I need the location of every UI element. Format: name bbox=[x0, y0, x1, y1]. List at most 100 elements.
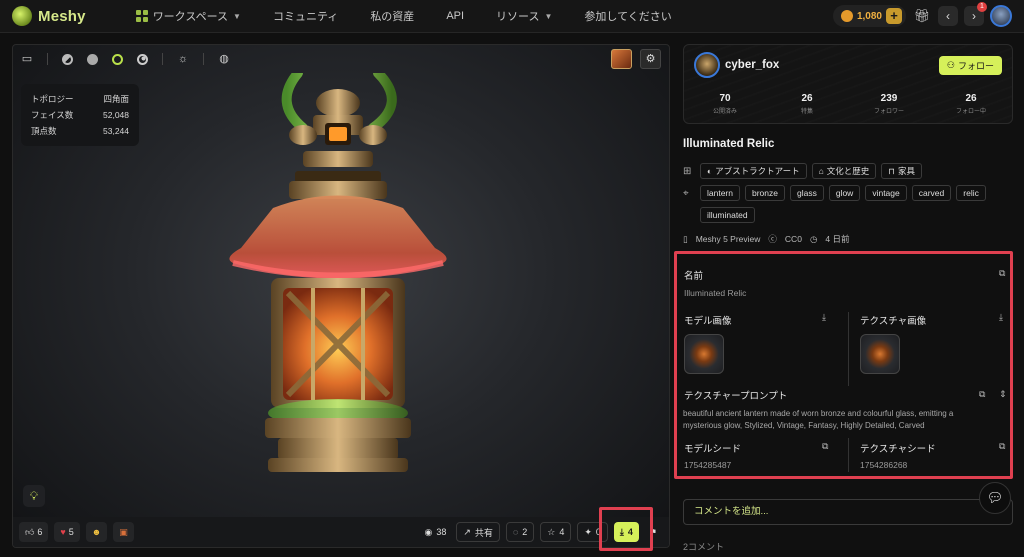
tag-chip[interactable]: glass bbox=[790, 185, 824, 201]
download-highlight-box bbox=[599, 507, 653, 551]
viewer-top-right: ⚙ bbox=[611, 49, 661, 69]
heart-icon: ♥ bbox=[60, 527, 66, 537]
tag-icon: ⌖ bbox=[683, 187, 689, 199]
reaction-count: 5 bbox=[68, 527, 74, 537]
follow-button[interactable]: ⚇ フォロー bbox=[938, 56, 1002, 75]
coin-icon bbox=[840, 10, 853, 22]
sparkle-icon: ✦ bbox=[584, 526, 592, 537]
monitor-icon[interactable]: ▭ bbox=[21, 53, 33, 65]
toolbar-divider bbox=[203, 53, 204, 65]
comments-button[interactable]: ◌ 2 bbox=[505, 522, 535, 542]
stat-label: 公開済み bbox=[712, 109, 737, 115]
age-label: 4 日前 bbox=[825, 234, 850, 244]
stat-value: 53,244 bbox=[103, 126, 129, 136]
stat-value: 52,048 bbox=[103, 110, 129, 120]
mesh-stats-panel: トポロジー 四角面 フェイス数 52,048 頂点数 53,244 bbox=[21, 84, 139, 146]
chat-support-icon[interactable]: 💬︎ bbox=[979, 482, 1011, 514]
share-button[interactable]: ↗ 共有 bbox=[456, 522, 500, 542]
views-counter: ◉ 38 bbox=[420, 522, 450, 542]
stat-label: トポロジー bbox=[31, 94, 74, 104]
creator-card: cyber_fox ⚇ フォロー 70 公開済み 26 特集 239 フォロワー 26 フ… bbox=[683, 44, 1013, 124]
textured-mode-icon[interactable] bbox=[112, 53, 123, 65]
clay-mode-icon[interactable] bbox=[87, 53, 98, 65]
comment-input[interactable]: コメントを追加... bbox=[683, 499, 1013, 525]
stat-label: 頂点数 bbox=[31, 126, 57, 136]
share-icon: ↗ bbox=[463, 526, 471, 537]
tag-row: ⌖ lantern bronze glass glow vintage carv… bbox=[683, 185, 993, 223]
user-avatar[interactable] bbox=[990, 5, 1012, 27]
toolbar-divider bbox=[162, 53, 163, 65]
nav-join[interactable]: 参加してください bbox=[568, 8, 687, 24]
lantern-model-render[interactable] bbox=[213, 73, 463, 478]
grid-icon bbox=[135, 10, 148, 22]
credits-badge[interactable]: 1,080 + bbox=[832, 5, 906, 27]
tag-chip[interactable]: glow bbox=[828, 185, 861, 201]
stat-followers: 239 フォロワー bbox=[848, 93, 930, 115]
top-nav: Meshy ワークスペース ▼ コミュニティ 私の資産 API リソース ▼ 参… bbox=[0, 0, 1024, 33]
back-button[interactable]: ‹ bbox=[938, 6, 958, 26]
comment-icon: ◌ bbox=[512, 527, 519, 537]
tag-chip[interactable]: relic bbox=[956, 185, 986, 201]
nav-workspace[interactable]: ワークスペース ▼ bbox=[120, 8, 257, 24]
top-right-controls: 1,080 + 🎁︎ ‹ › 1 bbox=[832, 2, 1012, 27]
nav-resources[interactable]: リソース ▼ bbox=[480, 8, 568, 24]
pbr-mode-icon[interactable] bbox=[137, 53, 148, 65]
reaction-laugh[interactable]: ☻ bbox=[85, 522, 108, 542]
tag-chip[interactable]: lantern bbox=[700, 185, 740, 201]
sofa-icon: ⊓ bbox=[888, 165, 895, 176]
light-icon[interactable]: ☼ bbox=[177, 53, 189, 65]
info-highlight-box bbox=[674, 251, 1013, 479]
views-count: 38 bbox=[436, 527, 447, 537]
creator-avatar[interactable] bbox=[694, 52, 720, 78]
clock-icon: ◷ bbox=[809, 233, 818, 244]
lightbulb-icon[interactable]: 💡︎ bbox=[23, 485, 45, 507]
reaction-heart[interactable]: ♥ 5 bbox=[54, 522, 80, 542]
category-chip[interactable]: ⌂ 文化と歴史 bbox=[811, 163, 877, 179]
forward-button[interactable]: › 1 bbox=[964, 2, 987, 26]
nav-join-label: 参加してください bbox=[584, 11, 672, 23]
logo[interactable]: Meshy bbox=[12, 6, 86, 26]
tag-chip[interactable]: vintage bbox=[865, 185, 907, 201]
stat-value: 26 bbox=[801, 93, 813, 104]
credits-value: 1,080 bbox=[856, 10, 882, 22]
stat-published: 70 公開済み bbox=[684, 93, 766, 115]
nav-api-label: API bbox=[446, 10, 465, 22]
laughing-face-icon: ☻ bbox=[91, 527, 102, 537]
add-credits-button[interactable]: + bbox=[886, 8, 902, 24]
stat-value: 26 bbox=[965, 93, 977, 104]
tag-chip[interactable]: illuminated bbox=[700, 207, 755, 223]
nav-my-assets[interactable]: 私の資産 bbox=[354, 8, 430, 24]
stars-count: 4 bbox=[559, 527, 565, 537]
stat-topology: トポロジー 四角面 bbox=[31, 91, 129, 107]
category-chip[interactable]: ◐ アブストラクトアート bbox=[700, 163, 807, 179]
box-icon: ▣ bbox=[119, 526, 128, 537]
category-label: 文化と歴史 bbox=[826, 166, 870, 176]
star-button[interactable]: ☆ 4 bbox=[540, 522, 572, 542]
tag-chip[interactable]: bronze bbox=[745, 185, 785, 201]
nav-resources-label: リソース bbox=[496, 11, 540, 23]
globe-icon[interactable]: ◍ bbox=[218, 53, 230, 65]
category-grid-icon: ⊞ bbox=[683, 165, 692, 177]
toolbar-divider bbox=[47, 53, 48, 65]
stat-value: 70 bbox=[719, 93, 731, 104]
tag-chip[interactable]: carved bbox=[911, 185, 952, 201]
nav-community[interactable]: コミュニティ bbox=[257, 8, 354, 24]
reaction-thumbs-up[interactable]: 👍︎ 6 bbox=[19, 522, 49, 542]
eye-icon: ◉ bbox=[424, 526, 433, 537]
license-label: CC0 bbox=[784, 234, 802, 244]
model-viewer[interactable]: ▭ ☼ ◍ ⚙ トポロジー 四角面 フェイス数 52,048 頂点数 53,244 bbox=[12, 44, 670, 548]
reaction-box[interactable]: ▣ bbox=[113, 522, 134, 542]
file-icon: ▯ bbox=[683, 233, 688, 244]
share-label: 共有 bbox=[474, 527, 493, 538]
texture-thumbnail-button[interactable] bbox=[611, 49, 632, 69]
view-settings-icon[interactable]: ⚙ bbox=[640, 49, 661, 69]
wireframe-mode-icon[interactable] bbox=[62, 53, 73, 65]
comments-count: 2 bbox=[522, 527, 528, 537]
palette-icon: ◐ bbox=[707, 166, 713, 176]
notification-badge: 1 bbox=[977, 2, 987, 12]
gift-icon[interactable]: 🎁︎ bbox=[912, 6, 932, 26]
category-chip[interactable]: ⊓ 家具 bbox=[881, 163, 922, 179]
cc-icon: ⓒ bbox=[768, 234, 777, 244]
nav-api[interactable]: API bbox=[430, 10, 480, 22]
creator-name[interactable]: cyber_fox bbox=[725, 59, 779, 71]
